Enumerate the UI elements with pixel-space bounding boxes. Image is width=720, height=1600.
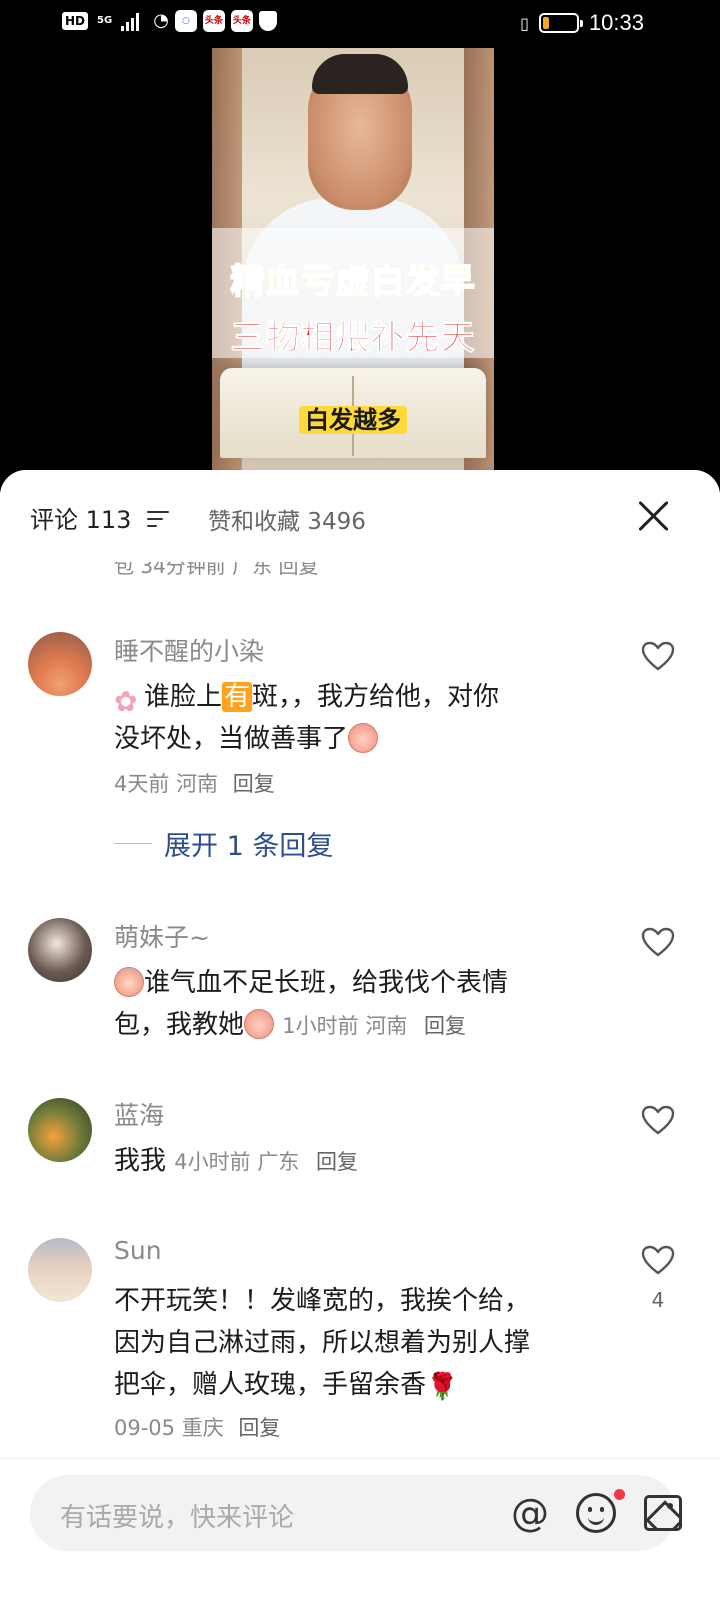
comment-text-c: 没坏处，当做善事了 <box>114 724 349 754</box>
comment-text-a: 我我 <box>114 1146 167 1176</box>
comment-text-b: 包，我教她 <box>114 1010 245 1040</box>
avatar[interactable] <box>28 632 92 696</box>
rose-emoji-icon: 🌹 <box>426 1372 459 1402</box>
comment-text-c: 把伞，赠人玫瑰，手留余香 <box>114 1370 427 1400</box>
app-notification-icon: ○ <box>174 10 197 32</box>
expand-replies-label[interactable]: 展开 1 条回复 <box>164 824 333 863</box>
network-type: 5G <box>97 15 113 26</box>
status-bar: HD 5G ◔ ○ 头条 头条 ▯ 10:33 <box>0 0 720 48</box>
avatar[interactable] <box>28 1098 92 1162</box>
comment-text-a: 谁气血不足长班，给我伐个表情 <box>144 968 509 998</box>
heart-icon[interactable] <box>640 640 676 672</box>
comment-time: 09-05 <box>114 1416 176 1440</box>
comment-input[interactable]: 有话要说，快来评论 @ <box>30 1475 682 1551</box>
like-count: 4 <box>651 1288 665 1312</box>
heart-icon[interactable] <box>640 1244 676 1276</box>
comment-text-b: 斑，，我方给他，对你 <box>252 682 500 712</box>
video-subtitle: 白发越多 <box>212 400 494 435</box>
comment-username[interactable]: 睡不醒的小染 <box>114 632 264 668</box>
comment-meta: 09-05 重庆 回复 <box>114 1412 280 1442</box>
clock: 10:33 <box>588 10 644 35</box>
sort-icon[interactable] <box>147 509 171 527</box>
shield-icon <box>258 11 277 31</box>
comment-username[interactable]: 萌妹子~ <box>114 918 210 954</box>
comment-meta: 4天前 河南 回复 <box>114 768 275 798</box>
battery-fill <box>542 17 550 29</box>
image-icon[interactable] <box>644 1495 682 1531</box>
video-subtitle-text: 白发越多 <box>299 406 407 434</box>
comment-meta: 1小时前 河南 回复 <box>282 1014 466 1038</box>
comment-text-a: 谁脸上 <box>144 682 223 712</box>
wifi-icon: ◔ <box>153 10 169 31</box>
toutiao-notification-icon: 头条 <box>202 10 225 32</box>
video-headline-line2: 三物相煨补先天 <box>230 318 476 359</box>
highlight-keyword[interactable]: 有 <box>222 682 253 712</box>
comment-text: 我我 4小时前 广东 回复 <box>114 1140 614 1183</box>
comment-meta: 4小时前 广东 回复 <box>174 1150 358 1174</box>
comment-text-b: 因为自己淋过雨，所以想着为别人撑 <box>114 1328 531 1358</box>
comment-time: 4天前 <box>114 772 170 796</box>
comment-text: 谁气血不足长班，给我伐个表情 包，我教她 1小时前 河南 回复 <box>114 962 614 1047</box>
hd-indicator: HD <box>62 12 89 30</box>
comment-input-bar: 有话要说，快来评论 @ <box>0 1458 720 1600</box>
heart-icon[interactable] <box>640 1104 676 1136</box>
comment-username[interactable]: 蓝海 <box>114 1096 164 1132</box>
comment-username[interactable]: Sun <box>114 1236 162 1265</box>
sweat-face-emoji-icon <box>114 967 144 997</box>
comment-text-a: 不开玩笑！！发峰宽的，我挨个给， <box>114 1286 531 1316</box>
video-player[interactable]: 精血亏虚白发早 三物相煨补先天 白发越多 <box>212 48 494 472</box>
expand-divider <box>114 843 152 844</box>
comment-location: 重庆 <box>181 1416 224 1440</box>
expand-replies[interactable]: 展开 1 条回复 <box>114 824 333 863</box>
comment-text: 不开玩笑！！发峰宽的，我挨个给， 因为自己淋过雨，所以想着为别人撑 把伞，赠人玫… <box>114 1280 614 1408</box>
crying-face-emoji-icon <box>244 1009 275 1039</box>
avatar[interactable] <box>28 918 92 982</box>
tab-likes-favorites[interactable]: 赞和收藏 3496 <box>208 502 366 536</box>
vibrate-icon: ▯ <box>520 13 529 33</box>
heart-icon[interactable] <box>640 926 676 958</box>
at-icon[interactable]: @ <box>510 1493 550 1533</box>
notification-dot <box>614 1489 625 1500</box>
signal-icon <box>121 11 147 31</box>
doctor-hair <box>312 54 408 94</box>
comment-sheet: 评论 113 赞和收藏 3496 包 34分钟前 广东 回复 睡不醒的小染 ✿ 谁… <box>0 470 720 1600</box>
shy-face-emoji-icon <box>348 723 379 753</box>
video-headline-line1: 精血亏虚白发早 <box>212 254 494 303</box>
close-icon[interactable] <box>636 498 672 534</box>
emoji-icon[interactable] <box>576 1493 616 1533</box>
reply-button[interactable]: 回复 <box>238 1416 280 1440</box>
tab-comments-label: 评论 113 <box>30 506 132 534</box>
comment-location: 河南 <box>365 1014 408 1038</box>
flower-emoji-icon: ✿ <box>114 685 138 718</box>
comment-location: 广东 <box>257 1150 300 1174</box>
reply-button[interactable]: 回复 <box>233 772 275 796</box>
comment-location: 河南 <box>176 772 219 796</box>
comment-time: 4小时前 <box>174 1150 251 1174</box>
status-right-icons: ▯ 10:33 <box>520 10 644 36</box>
comment-text: ✿ 谁脸上有斑，，我方给他，对你 没坏处，当做善事了 <box>114 676 614 760</box>
status-left-icons: HD 5G ◔ ○ 头条 头条 <box>62 10 277 32</box>
comment-sheet-header: 评论 113 赞和收藏 3496 <box>0 470 720 562</box>
comment-input-placeholder[interactable]: 有话要说，快来评论 <box>60 1497 294 1534</box>
avatar[interactable] <box>28 1238 92 1302</box>
reply-button[interactable]: 回复 <box>424 1014 466 1038</box>
reply-button[interactable]: 回复 <box>316 1150 358 1174</box>
comment-time: 1小时前 <box>282 1014 359 1038</box>
toutiao-notification-icon-2: 头条 <box>230 10 253 32</box>
battery-icon <box>538 13 583 33</box>
tab-comments[interactable]: 评论 113 <box>30 500 171 535</box>
